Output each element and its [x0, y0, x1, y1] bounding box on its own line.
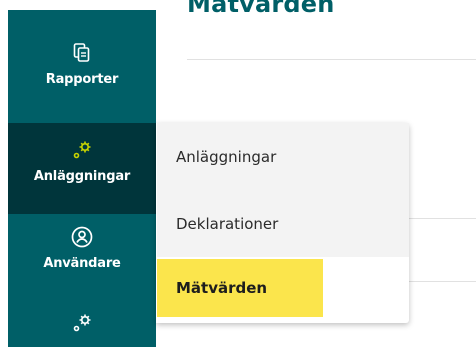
sidebar-item-anlaggningar[interactable]: Anläggningar — [8, 123, 156, 214]
gears-icon — [71, 310, 93, 336]
submenu-flyout: Anläggningar Deklarationer Mätvärden — [156, 123, 409, 323]
sidebar-item-label: Rapporter — [45, 72, 119, 87]
sidebar-item-rapporter[interactable]: Rapporter — [8, 40, 156, 120]
sidebar-item-label: Anläggningar — [33, 169, 131, 184]
sidebar-item-extra[interactable] — [8, 310, 156, 347]
gears-icon — [71, 137, 93, 163]
divider — [187, 59, 476, 60]
submenu-item-anlaggningar[interactable]: Anläggningar — [157, 123, 409, 190]
user-circle-icon — [71, 224, 93, 250]
sidebar: Rapporter Anläggningar Användare — [8, 10, 156, 347]
page-title: Mätvärden — [187, 0, 335, 18]
document-copy-icon — [73, 40, 91, 66]
submenu-item-deklarationer[interactable]: Deklarationer — [157, 190, 409, 257]
sidebar-item-label: Användare — [43, 256, 121, 271]
submenu-item-matvarden[interactable]: Mätvärden — [157, 259, 323, 317]
sidebar-item-anvandare[interactable]: Användare — [8, 224, 156, 294]
